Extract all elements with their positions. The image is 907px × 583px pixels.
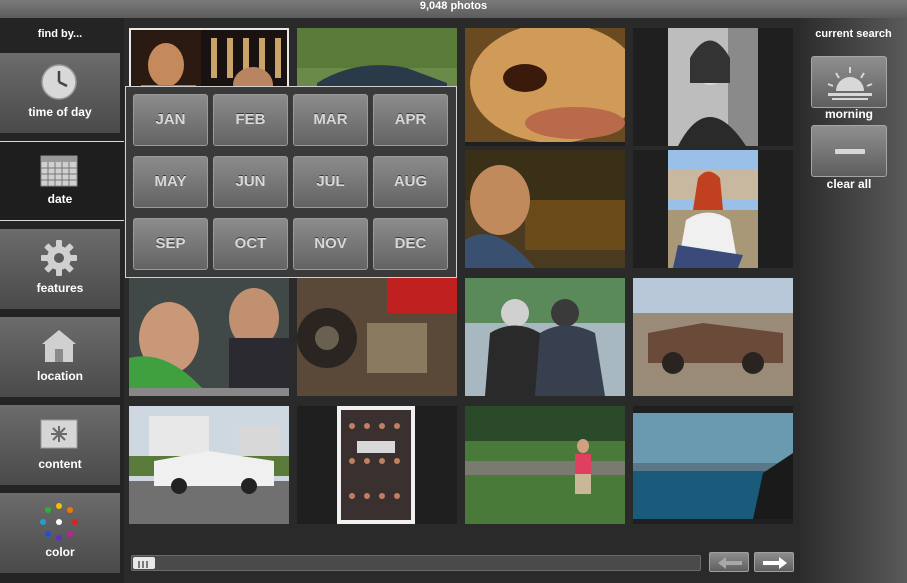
gear-icon xyxy=(41,240,77,276)
month-button-sep[interactable]: SEP xyxy=(133,218,208,270)
sidebar-item-location[interactable]: location xyxy=(0,317,120,397)
grip-icon xyxy=(138,561,148,568)
filter-morning-label: morning xyxy=(825,107,873,121)
sidebar-item-time-of-day[interactable]: time of day xyxy=(0,53,120,133)
month-button-mar[interactable]: MAR xyxy=(293,94,368,146)
current-search-panel: current search morning clear all xyxy=(800,18,907,583)
month-button-dec[interactable]: DEC xyxy=(373,218,448,270)
photo-park-kid xyxy=(465,406,625,524)
photo-earring-display xyxy=(337,406,415,524)
month-button-apr[interactable]: APR xyxy=(373,94,448,146)
current-search-title: current search xyxy=(815,28,892,40)
sidebar-item-date[interactable]: date xyxy=(0,141,126,221)
prev-page-button[interactable] xyxy=(709,552,749,572)
photo-white-car-street xyxy=(129,406,289,524)
sidebar-item-content[interactable]: content xyxy=(0,405,120,485)
photo-tile[interactable] xyxy=(297,278,457,396)
month-button-feb[interactable]: FEB xyxy=(213,94,288,146)
photo-scrollbar[interactable] xyxy=(131,555,701,571)
photo-old-truck xyxy=(633,278,793,396)
photo-tile[interactable] xyxy=(633,150,793,268)
clear-all-label: clear all xyxy=(826,177,872,191)
calendar-icon xyxy=(40,155,78,187)
sidebar-item-color[interactable]: color xyxy=(0,493,120,573)
photo-tile[interactable] xyxy=(633,406,793,524)
month-button-jun[interactable]: JUN xyxy=(213,156,288,208)
sidebar-title: find by... xyxy=(37,28,83,40)
sidebar-item-features[interactable]: features xyxy=(0,229,120,309)
month-button-aug[interactable]: AUG xyxy=(373,156,448,208)
photo-scooter-riders xyxy=(465,278,625,396)
photo-woman-bw xyxy=(668,28,758,146)
photo-tile[interactable] xyxy=(129,406,289,524)
house-icon xyxy=(42,330,76,362)
photo-tile[interactable] xyxy=(465,406,625,524)
sidebar-item-label: time of day xyxy=(28,105,92,119)
month-button-jan[interactable]: JAN xyxy=(133,94,208,146)
photo-count-header: 9,048 photos xyxy=(0,0,907,18)
photo-engine xyxy=(297,278,457,396)
month-button-nov[interactable]: NOV xyxy=(293,218,368,270)
photo-man-table xyxy=(465,150,625,268)
month-button-jul[interactable]: JUL xyxy=(293,156,368,208)
photo-tile[interactable] xyxy=(297,406,457,524)
asterisk-icon xyxy=(40,419,78,449)
arrow-right-icon xyxy=(763,557,787,569)
month-button-oct[interactable]: OCT xyxy=(213,218,288,270)
sidebar-item-label: date xyxy=(47,192,73,206)
minus-icon xyxy=(835,149,865,154)
month-button-may[interactable]: MAY xyxy=(133,156,208,208)
photo-tile[interactable] xyxy=(633,278,793,396)
arrow-left-icon xyxy=(718,557,742,569)
clock-icon xyxy=(41,64,77,100)
sidebar-item-label: content xyxy=(38,457,82,471)
filter-morning-button[interactable] xyxy=(811,56,887,108)
photo-tile[interactable] xyxy=(465,150,625,268)
clear-all-button[interactable] xyxy=(811,125,887,177)
sidebar-item-label: features xyxy=(36,281,84,295)
photo-tile[interactable] xyxy=(633,28,793,146)
find-by-sidebar: find by... time of day date features loc… xyxy=(0,18,126,583)
pager-bar xyxy=(124,548,800,583)
photo-tile[interactable] xyxy=(129,278,289,396)
next-page-button[interactable] xyxy=(754,552,794,572)
photo-face-closeup xyxy=(465,28,625,142)
photo-car-interior xyxy=(129,278,289,396)
photo-woman-beach xyxy=(668,150,758,268)
photo-count: 9,048 photos xyxy=(419,0,488,12)
photo-sea-view xyxy=(633,413,793,519)
scroll-thumb[interactable] xyxy=(133,557,155,569)
month-picker: JAN FEB MAR APR MAY JUN JUL AUG SEP OCT … xyxy=(125,86,457,278)
sidebar-item-label: location xyxy=(36,369,83,383)
sunrise-icon xyxy=(827,67,873,100)
sidebar-item-label: color xyxy=(45,545,75,559)
photo-tile[interactable] xyxy=(465,28,625,146)
color-wheel-icon xyxy=(40,503,78,541)
photo-tile[interactable] xyxy=(465,278,625,396)
